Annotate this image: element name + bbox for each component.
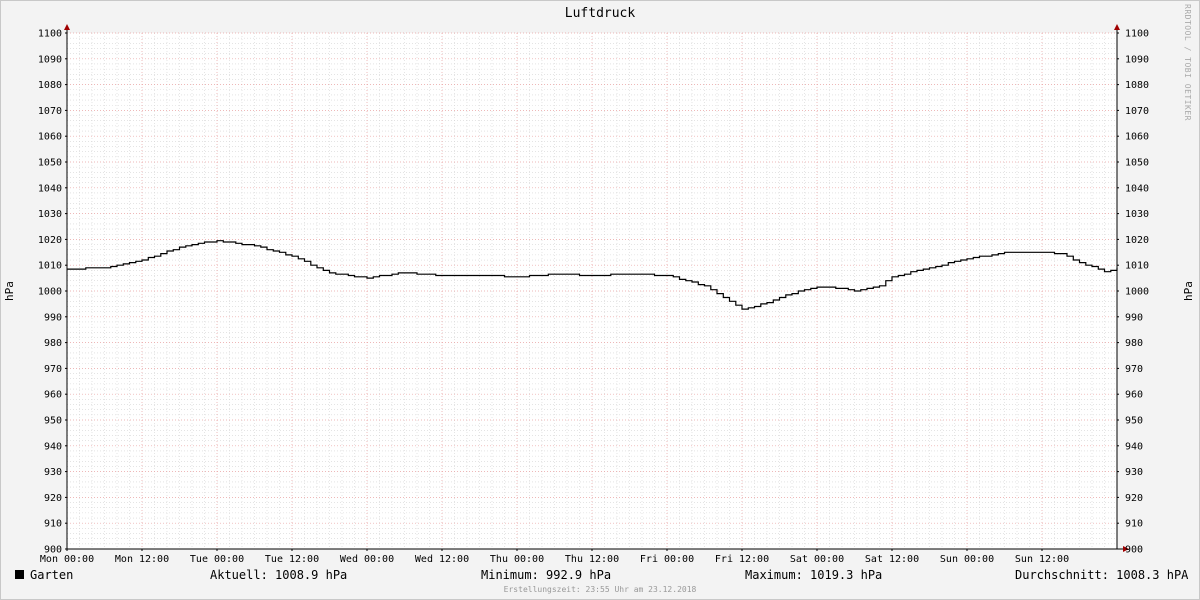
y-tick-label-left: 1060 — [38, 132, 62, 143]
y-tick-label-right: 1030 — [1125, 209, 1149, 220]
y-tick-label-right: 910 — [1125, 519, 1143, 530]
legend-maximum: Maximum: 1019.3 hPa — [745, 568, 883, 582]
y-axis-arrow-left — [64, 24, 70, 30]
x-tick-label: Sat 00:00 — [790, 554, 844, 565]
y-tick-label-right: 1090 — [1125, 54, 1149, 65]
x-tick-label: Thu 00:00 — [490, 554, 544, 565]
x-tick-label: Mon 12:00 — [115, 554, 169, 565]
x-tick-label: Wed 00:00 — [340, 554, 394, 565]
y-tick-label-left: 980 — [44, 338, 62, 349]
y-tick-label-right: 1020 — [1125, 235, 1149, 246]
y-tick-label-right: 1060 — [1125, 132, 1149, 143]
legend-minimum: Minimum: 992.9 hPa — [481, 568, 612, 582]
x-tick-label: Sun 12:00 — [1015, 554, 1069, 565]
x-tick-label: Mon 00:00 — [40, 554, 94, 565]
y-axis-title-right: hPa — [1182, 281, 1195, 301]
y-tick-label-right: 990 — [1125, 312, 1143, 323]
y-tick-label-right: 1000 — [1125, 287, 1149, 298]
y-tick-label-right: 970 — [1125, 364, 1143, 375]
y-tick-label-right: 1040 — [1125, 183, 1149, 194]
y-axis-title-left: hPa — [3, 281, 16, 301]
y-tick-label-right: 980 — [1125, 338, 1143, 349]
x-tick-label: Sat 12:00 — [865, 554, 919, 565]
y-tick-label-right: 920 — [1125, 493, 1143, 504]
y-tick-label-left: 970 — [44, 364, 62, 375]
y-tick-label-right: 1100 — [1125, 29, 1149, 40]
y-tick-label-right: 1050 — [1125, 158, 1149, 169]
y-tick-label-left: 950 — [44, 416, 62, 427]
y-tick-label-left: 1080 — [38, 80, 62, 91]
y-tick-label-right: 1070 — [1125, 106, 1149, 117]
y-tick-label-right: 960 — [1125, 390, 1143, 401]
y-tick-label-left: 960 — [44, 390, 62, 401]
y-tick-label-left: 940 — [44, 441, 62, 452]
y-tick-label-left: 910 — [44, 519, 62, 530]
y-axis-arrow-right — [1114, 24, 1120, 30]
legend-current: Aktuell: 1008.9 hPa — [210, 568, 348, 582]
y-tick-label-left: 1100 — [38, 29, 62, 40]
chart-svg: 900 900910 910920 920930 930940 940950 950960 9… — [3, 24, 1195, 565]
y-tick-label-left: 1010 — [38, 261, 62, 272]
creation-time: Erstellungszeit: 23:55 Uhr am 23.12.2018 — [503, 585, 697, 594]
x-tick-label: Thu 12:00 — [565, 554, 619, 565]
y-tick-label-left: 930 — [44, 467, 62, 478]
x-tick-label: Tue 12:00 — [265, 554, 319, 565]
legend-swatch — [15, 570, 24, 579]
y-tick-label-left: 920 — [44, 493, 62, 504]
x-tick-label: Sun 00:00 — [940, 554, 994, 565]
y-tick-label-right: 1010 — [1125, 261, 1149, 272]
y-tick-label-right: 930 — [1125, 467, 1143, 478]
y-tick-label-right: 940 — [1125, 441, 1143, 452]
x-tick-label: Fri 12:00 — [715, 554, 769, 565]
x-tick-label: Tue 00:00 — [190, 554, 244, 565]
legend-average: Durchschnitt: 1008.3 hPA — [1015, 568, 1189, 582]
legend-series-name: Garten — [30, 568, 74, 582]
x-tick-label: Fri 00:00 — [640, 554, 694, 565]
y-tick-label-left: 990 — [44, 312, 62, 323]
y-tick-label-left: 1070 — [38, 106, 62, 117]
y-tick-label-left: 1090 — [38, 54, 62, 65]
y-tick-label-right: 900 — [1125, 545, 1143, 556]
y-tick-label-left: 1050 — [38, 158, 62, 169]
y-tick-label-left: 1040 — [38, 183, 62, 194]
y-tick-label-right: 950 — [1125, 416, 1143, 427]
y-tick-label-left: 1030 — [38, 209, 62, 220]
x-tick-label: Wed 12:00 — [415, 554, 469, 565]
y-tick-label-right: 1080 — [1125, 80, 1149, 91]
y-tick-label-left: 1000 — [38, 287, 62, 298]
y-tick-label-left: 1020 — [38, 235, 62, 246]
